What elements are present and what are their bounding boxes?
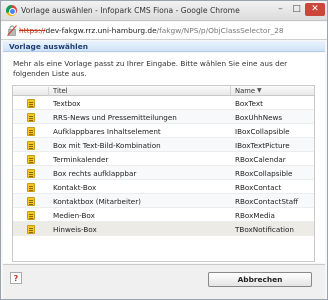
url-path: /fakgw/NPS/p/ObjClassSelector_28 — [156, 26, 284, 35]
table-row[interactable]: Textbox BoxText — [13, 96, 314, 110]
url-scheme: https:// — [19, 26, 46, 35]
dialog-content: Mehr als eine Vorlage passt zu Ihrer Ein… — [3, 53, 325, 263]
dialog-footer: ? Abbrechen — [3, 264, 325, 299]
template-table: Titel Name ▼ Textbox BoxText RRS-News un… — [12, 85, 315, 262]
url-host: dev-fakgw.rrz.uni-hamburg.de — [45, 26, 157, 35]
chrome-icon — [6, 5, 17, 16]
table-row[interactable]: Box rechts aufklappbar RBoxCollapsible — [13, 166, 314, 180]
help-icon[interactable]: ? — [10, 272, 22, 284]
document-template-icon — [27, 127, 35, 136]
cancel-button[interactable]: Abbrechen — [208, 272, 312, 287]
table-row[interactable]: Box mit Text-Bild-Kombination IBoxTextPi… — [13, 138, 314, 152]
address-bar[interactable]: https://dev-fakgw.rrz.uni-hamburg.de/fak… — [1, 22, 327, 40]
row-title: Box rechts aufklappbar — [53, 169, 137, 178]
column-separator — [230, 86, 231, 95]
row-title: Kontaktbox (Mitarbeiter) — [53, 197, 141, 206]
title-column-header[interactable]: Titel — [53, 87, 68, 95]
intro-text: Mehr als eine Vorlage passt zu Ihrer Ein… — [13, 59, 288, 78]
table-row-selected[interactable]: Hinweis-Box TBoxNotification — [13, 222, 314, 236]
table-row[interactable]: Kontakt-Box RBoxContact — [13, 180, 314, 194]
insecure-lock-icon — [7, 25, 17, 36]
row-name: RBoxContactStaff — [235, 197, 299, 206]
dialog-header: Vorlage auswählen — [3, 41, 325, 52]
maximize-button[interactable]: □ — [289, 3, 304, 16]
table-row[interactable]: Medien-Box RBoxMedia — [13, 208, 314, 222]
document-template-icon — [27, 99, 35, 108]
row-title: Kontakt-Box — [53, 183, 97, 192]
browser-window: Vorlage auswählen - Infopark CMS Fiona -… — [0, 0, 328, 300]
table-row[interactable]: RRS-News und Pressemitteilungen BoxUhhNe… — [13, 110, 314, 124]
document-template-icon — [27, 197, 35, 206]
table-body: Textbox BoxText RRS-News und Pressemitte… — [13, 96, 314, 236]
row-name: RBoxCollapsible — [235, 169, 293, 178]
name-column-header[interactable]: Name — [235, 87, 255, 95]
row-title: Terminkalender — [53, 155, 109, 164]
row-name: IBoxTextPicture — [235, 141, 290, 150]
sort-desc-icon[interactable]: ▼ — [257, 87, 262, 94]
table-row[interactable]: Terminkalender RBoxCalendar — [13, 152, 314, 166]
document-template-icon — [27, 183, 35, 192]
icon-column-header[interactable] — [13, 87, 49, 96]
row-title: Box mit Text-Bild-Kombination — [53, 141, 161, 150]
row-name: IBoxCollapsible — [235, 127, 290, 136]
dialog-title: Vorlage auswählen — [9, 42, 88, 51]
document-template-icon — [27, 113, 35, 122]
row-title: RRS-News und Pressemitteilungen — [53, 113, 177, 122]
row-title: Aufklappbares Inhaltselement — [53, 127, 161, 136]
minimize-button[interactable]: – — [273, 3, 288, 16]
row-name: RBoxCalendar — [235, 155, 286, 164]
row-name: BoxUhhNews — [235, 113, 283, 122]
table-header: Titel Name ▼ — [13, 86, 314, 96]
row-name: RBoxMedia — [235, 211, 275, 220]
close-button[interactable]: ✕ — [305, 3, 325, 16]
document-template-icon — [27, 225, 35, 234]
document-template-icon — [27, 155, 35, 164]
row-name: BoxText — [235, 99, 263, 108]
row-title: Medien-Box — [53, 211, 95, 220]
table-row[interactable]: Aufklappbares Inhaltselement IBoxCollaps… — [13, 124, 314, 138]
document-template-icon — [27, 169, 35, 178]
row-name: TBoxNotification — [235, 225, 294, 234]
document-template-icon — [27, 211, 35, 220]
window-title: Vorlage auswählen - Infopark CMS Fiona -… — [21, 6, 240, 15]
row-title: Textbox — [53, 99, 81, 108]
row-title: Hinweis-Box — [53, 225, 97, 234]
document-template-icon — [27, 141, 35, 150]
window-titlebar[interactable]: Vorlage auswählen - Infopark CMS Fiona -… — [1, 1, 327, 21]
table-row[interactable]: Kontaktbox (Mitarbeiter) RBoxContactStaf… — [13, 194, 314, 208]
row-name: RBoxContact — [235, 183, 282, 192]
url-text[interactable]: https://dev-fakgw.rrz.uni-hamburg.de/fak… — [19, 26, 284, 35]
